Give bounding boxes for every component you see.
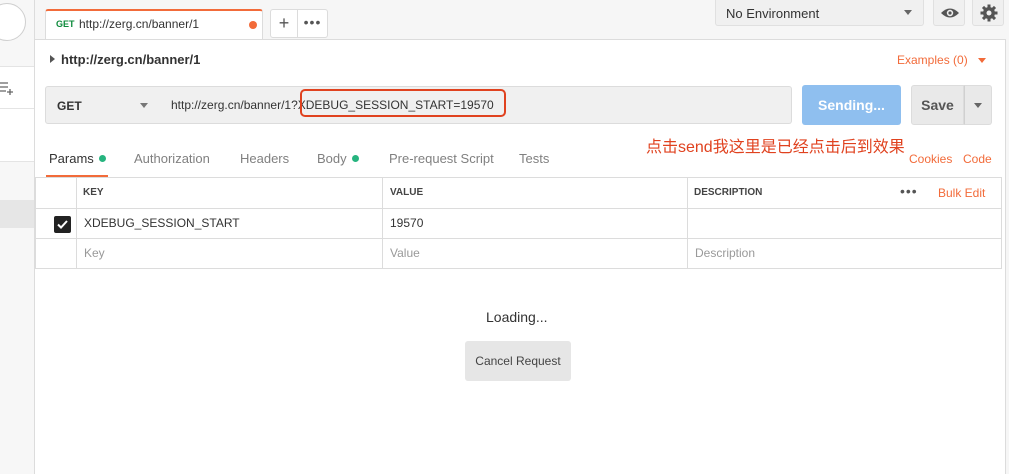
params-table: KEY VALUE DESCRIPTION ••• Bulk Edit XDEB… bbox=[35, 177, 1002, 269]
save-button[interactable]: Save bbox=[911, 85, 964, 125]
sidebar-selected-item[interactable] bbox=[0, 200, 34, 228]
tab-label: Body bbox=[317, 151, 347, 166]
new-value-input[interactable]: Value bbox=[384, 246, 420, 260]
param-value-cell[interactable]: 19570 bbox=[384, 216, 423, 230]
column-header-key: KEY bbox=[83, 187, 104, 198]
chevron-down-icon[interactable] bbox=[978, 58, 986, 63]
tab-label: Headers bbox=[240, 151, 290, 166]
tab-label: Params bbox=[49, 151, 94, 166]
cookies-link[interactable]: Cookies bbox=[909, 152, 952, 166]
table-more-button[interactable]: ••• bbox=[900, 184, 918, 198]
tab-params[interactable]: Params bbox=[49, 151, 106, 166]
tab-label: Pre-request Script bbox=[389, 151, 494, 166]
status-dot-icon bbox=[351, 155, 359, 162]
new-key-input[interactable]: Key bbox=[78, 246, 105, 260]
cancel-request-button[interactable]: Cancel Request bbox=[465, 341, 571, 381]
chevron-down-icon bbox=[140, 103, 148, 108]
request-tab[interactable]: GET http://zerg.cn/banner/1 bbox=[45, 9, 263, 39]
settings-button[interactable] bbox=[972, 0, 1004, 26]
checkbox-checked-icon[interactable] bbox=[54, 216, 71, 233]
tab-body[interactable]: Body bbox=[317, 151, 359, 166]
new-collection-icon[interactable] bbox=[0, 80, 16, 96]
eye-icon bbox=[941, 8, 959, 18]
column-header-description: DESCRIPTION bbox=[694, 187, 763, 198]
tab-label: Tests bbox=[519, 151, 550, 166]
save-options-button[interactable] bbox=[964, 85, 992, 125]
tab-authorization[interactable]: Authorization bbox=[134, 151, 210, 166]
tab-pre-request-script[interactable]: Pre-request Script bbox=[389, 151, 494, 166]
right-panel-edge bbox=[1005, 39, 1009, 474]
loading-status: Loading... bbox=[486, 309, 548, 325]
chevron-down-icon bbox=[904, 10, 912, 15]
method-label: GET bbox=[57, 99, 82, 113]
status-dot-icon bbox=[98, 155, 106, 162]
code-link[interactable]: Code bbox=[963, 152, 992, 166]
unsaved-dot-icon bbox=[249, 21, 257, 29]
method-select[interactable]: GET bbox=[45, 86, 161, 124]
tab-more-button[interactable]: ••• bbox=[298, 9, 328, 38]
row-divider bbox=[36, 238, 1001, 239]
tab-label: Authorization bbox=[134, 151, 210, 166]
new-description-input[interactable]: Description bbox=[689, 246, 755, 260]
column-divider bbox=[687, 178, 688, 268]
tab-headers[interactable]: Headers bbox=[240, 151, 289, 166]
row-divider bbox=[36, 208, 1001, 209]
chevron-right-icon[interactable] bbox=[50, 55, 55, 63]
param-key-cell[interactable]: XDEBUG_SESSION_START bbox=[78, 216, 240, 230]
gear-icon bbox=[980, 4, 998, 22]
request-name: http://zerg.cn/banner/1 bbox=[61, 52, 201, 67]
column-divider bbox=[76, 178, 77, 268]
annotation-text: 点击send我这里是已经点击后到效果 bbox=[646, 139, 905, 156]
bulk-edit-link[interactable]: Bulk Edit bbox=[938, 178, 985, 208]
examples-dropdown[interactable]: Examples (0) bbox=[897, 53, 968, 67]
column-header-value: VALUE bbox=[390, 187, 424, 198]
send-button[interactable]: Sending... bbox=[802, 85, 901, 125]
annotation-highlight-box bbox=[300, 89, 506, 117]
tab-method-label: GET bbox=[56, 19, 75, 29]
sidebar-divider bbox=[0, 108, 34, 109]
chevron-down-icon bbox=[974, 103, 982, 108]
environment-quick-look-button[interactable] bbox=[933, 0, 965, 26]
tab-url-label: http://zerg.cn/banner/1 bbox=[79, 17, 200, 31]
column-divider bbox=[382, 178, 383, 268]
environment-select[interactable]: No Environment bbox=[715, 0, 924, 26]
tab-tests[interactable]: Tests bbox=[519, 151, 549, 166]
environment-label: No Environment bbox=[726, 6, 820, 21]
new-tab-button[interactable]: + bbox=[270, 9, 298, 38]
